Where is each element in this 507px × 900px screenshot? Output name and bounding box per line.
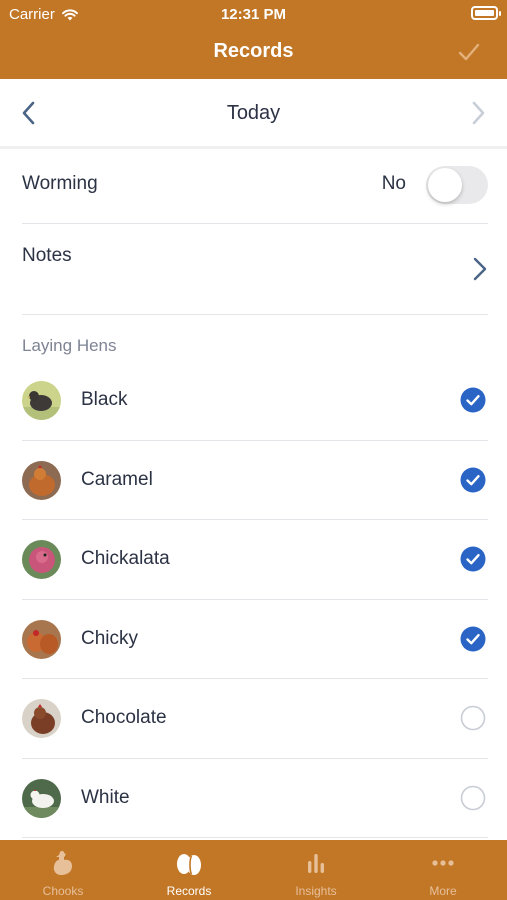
bar-chart-icon bbox=[308, 854, 324, 873]
hen-avatar bbox=[22, 778, 61, 818]
tab-label: Insights bbox=[295, 884, 337, 898]
checkmark-circle-icon[interactable] bbox=[460, 387, 486, 413]
toggle-knob bbox=[428, 168, 462, 202]
list-item[interactable]: Black bbox=[22, 361, 488, 441]
tab-chooks[interactable]: Chooks bbox=[0, 840, 126, 900]
tab-bar: Chooks Records Insights More bbox=[0, 840, 507, 900]
chicken-icon bbox=[53, 850, 72, 875]
hen-name: Chickalata bbox=[81, 548, 170, 569]
date-navigator: Today bbox=[0, 79, 507, 149]
tab-insights[interactable]: Insights bbox=[253, 840, 379, 900]
hen-name: White bbox=[81, 786, 130, 808]
notes-label: Notes bbox=[22, 245, 72, 266]
notes-row[interactable]: Notes bbox=[22, 224, 488, 315]
list-item[interactable]: Caramel bbox=[22, 441, 488, 520]
hen-name: Black bbox=[81, 389, 128, 410]
worming-label: Worming bbox=[22, 173, 98, 194]
checkmark-circle-icon[interactable] bbox=[460, 467, 486, 493]
worming-value: No bbox=[381, 173, 406, 194]
hen-avatar bbox=[22, 540, 61, 579]
chevron-right-icon[interactable] bbox=[467, 99, 489, 127]
status-bar: Carrier 12:31 PM bbox=[0, 0, 507, 28]
chevron-right-icon bbox=[473, 257, 487, 281]
empty-circle-icon[interactable] bbox=[460, 705, 486, 731]
list-item[interactable]: Chicky bbox=[22, 600, 488, 679]
hen-name: Chocolate bbox=[81, 707, 167, 728]
tab-more[interactable]: More bbox=[380, 840, 506, 900]
tab-label: Records bbox=[166, 884, 212, 898]
hen-avatar bbox=[22, 381, 61, 420]
empty-circle-icon[interactable] bbox=[460, 785, 486, 811]
tab-records[interactable]: Records bbox=[126, 840, 252, 900]
ellipsis-icon bbox=[432, 860, 454, 866]
hen-avatar bbox=[22, 460, 61, 500]
hen-avatar bbox=[22, 619, 61, 659]
list-item[interactable]: Chocolate bbox=[22, 679, 488, 759]
worming-row: Worming No bbox=[22, 152, 488, 224]
eggs-icon bbox=[177, 854, 201, 875]
checkmark-circle-icon[interactable] bbox=[460, 626, 486, 652]
tab-label: Chooks bbox=[42, 884, 84, 898]
list-item[interactable]: White bbox=[22, 759, 488, 838]
hen-avatar bbox=[22, 699, 61, 738]
list-item[interactable]: Chickalata bbox=[22, 520, 488, 600]
hen-name: Caramel bbox=[81, 468, 153, 490]
hen-name: Chicky bbox=[81, 627, 139, 649]
tab-label: More bbox=[429, 884, 457, 898]
page-title: Records bbox=[213, 40, 294, 62]
hen-list: Black Caramel Chickalata Chicky Chocolat… bbox=[0, 361, 507, 838]
checkmark-icon[interactable] bbox=[455, 38, 483, 66]
section-header-laying-hens: Laying Hens bbox=[22, 336, 117, 355]
date-title: Today bbox=[226, 102, 281, 124]
status-time: 12:31 PM bbox=[220, 6, 287, 23]
nav-header: Carrier 12:31 PM Records bbox=[0, 0, 507, 79]
battery-icon bbox=[471, 6, 501, 20]
worming-toggle[interactable] bbox=[426, 166, 488, 204]
checkmark-circle-icon[interactable] bbox=[460, 546, 486, 572]
